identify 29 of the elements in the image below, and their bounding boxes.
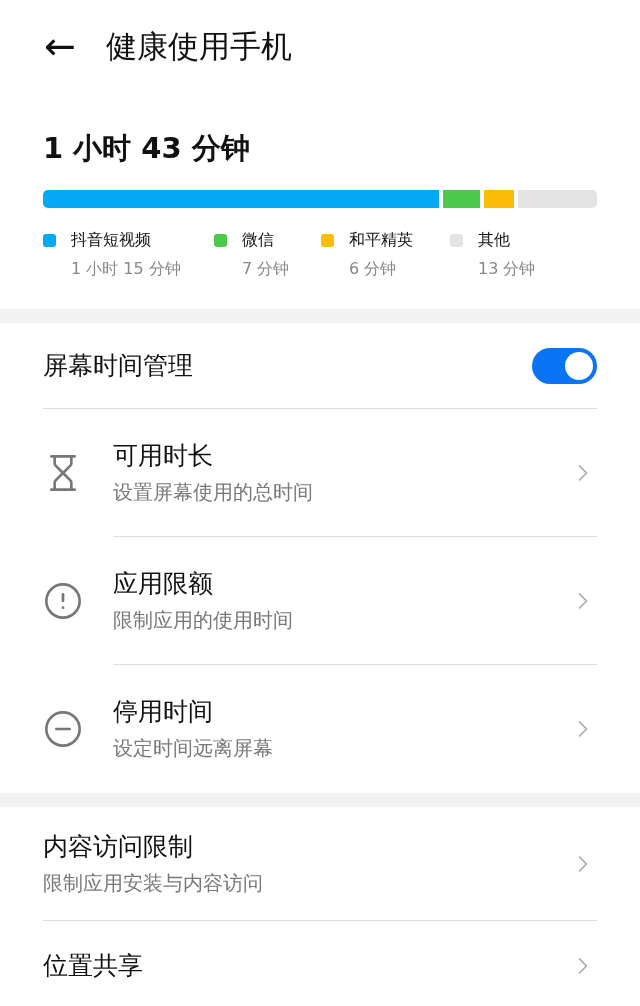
- app-name: 和平精英: [349, 230, 413, 250]
- app-name: 抖音短视频: [71, 230, 152, 250]
- app-name: 其他: [478, 230, 511, 250]
- settings-row[interactable]: 内容访问限制 限制应用安装与内容访问: [43, 807, 597, 920]
- row-subtitle: 限制应用的使用时间: [113, 606, 294, 633]
- settings-row[interactable]: 可用时长 设置屏幕使用的总时间: [43, 409, 597, 537]
- app-time: 6 分钟: [349, 259, 398, 279]
- row-subtitle: 设定时间远离屏幕: [113, 735, 274, 761]
- row-title: 应用限额: [113, 568, 214, 599]
- settings-row[interactable]: 停用时间 设定时间远离屏幕: [43, 665, 597, 793]
- toggle-switch[interactable]: [532, 347, 597, 384]
- row-title: 可用时长: [113, 440, 214, 471]
- row-title: 内容访问限制: [43, 831, 194, 862]
- app-time: 1 小时 15 分钟: [71, 259, 181, 279]
- minus-circle-icon: [43, 709, 83, 749]
- row-subtitle: 设置屏幕使用的总时间: [113, 478, 314, 505]
- back-button[interactable]: ←: [44, 27, 76, 65]
- section-label: 屏幕时间管理: [43, 349, 193, 382]
- app-time: 13 分钟: [478, 259, 536, 279]
- settings-row[interactable]: 位置共享: [43, 921, 597, 1006]
- exclamation-circle-icon: [43, 581, 83, 621]
- app-time: 7 分钟: [242, 259, 290, 279]
- row-subtitle: 限制应用安装与内容访问: [43, 869, 264, 896]
- page-title: 健康使用手机: [105, 26, 292, 66]
- total-time: 1 小时 43 分钟: [43, 134, 251, 163]
- row-title: 停用时间: [113, 697, 214, 727]
- settings-row[interactable]: 应用限额 限制应用的使用时间: [43, 537, 597, 665]
- row-title: 位置共享: [43, 951, 144, 981]
- app-name: 微信: [242, 230, 275, 250]
